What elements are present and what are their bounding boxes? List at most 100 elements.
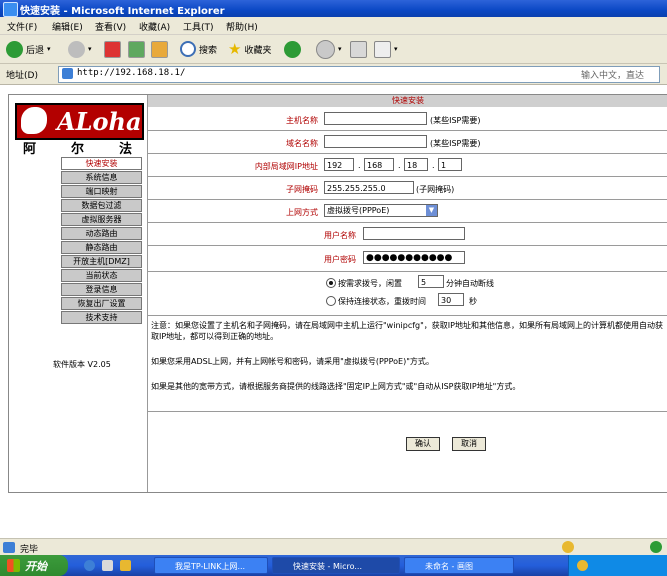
stop-icon [104,40,121,58]
address-bar: 地址(D) http://192.168.18.1/ 输入中文，直达 [0,64,667,85]
form-header: 快速安装 [148,95,667,107]
forward-arrow-icon [68,40,85,58]
row-host: 主机名称 (某些ISP需要) [148,108,667,131]
refresh-button[interactable] [128,39,145,59]
row-user: 用户名称 [148,223,667,246]
menu-bar: 文件(F) 编辑(E) 查看(V) 收藏(A) 工具(T) 帮助(H) [0,17,667,35]
subnet-mask-input[interactable]: 255.255.255.0 [324,181,414,194]
internet-zone-icon [650,541,662,553]
address-hint: 输入中文，直达 [581,71,645,81]
nav-factory-reset[interactable]: 恢复出厂设置 [61,297,142,310]
address-input[interactable]: http://192.168.18.1/ 输入中文，直达 [58,66,660,83]
aloha-logo: ALoha [15,103,144,140]
ip-octet-3[interactable]: 18 [404,158,428,171]
status-text: 完毕 [20,545,39,555]
search-button[interactable]: 搜索 [180,39,217,59]
address-url: http://192.168.18.1/ [77,68,186,78]
edit-button[interactable]: ▾ [374,39,398,59]
menu-edit[interactable]: 编辑(E) [52,20,83,33]
password-input[interactable]: ●●●●●●●●●●● [363,251,465,264]
nav-static-routing[interactable]: 静态路由 [61,241,142,254]
row-pass: 用户密码 ●●●●●●●●●●● [148,246,667,272]
window-title: 快速安装 - Microsoft Internet Explorer [20,6,225,17]
quicklaunch-ie-icon[interactable] [84,560,95,571]
page-done-icon [3,542,15,553]
edit-page-icon [374,40,391,58]
forward-button[interactable]: ▾ [68,39,92,59]
software-version: 软件版本 V2.05 [53,360,111,369]
ie-icon [3,2,18,17]
system-tray [568,555,667,576]
menu-tools[interactable]: 工具(T) [183,20,214,33]
menu-favorites[interactable]: 收藏(A) [139,20,170,33]
home-icon [151,40,168,58]
host-name-input[interactable] [324,112,427,125]
row-lan-ip: 内部局域网IP地址 192 . 168 . 18 . 1 [148,154,667,177]
ip-octet-2[interactable]: 168 [364,158,394,171]
notes-section: 注意：如果您设置了主机名和子网掩码，请在局域网中主机上运行"winipcfg"，… [148,316,667,412]
home-button[interactable] [151,39,168,59]
ok-button[interactable]: 确认 [406,437,440,451]
windows-logo-icon [7,559,20,572]
toolbar: 后退 ▾ ▾ 搜索 ★ 收藏夹 ▾ ▾ [0,35,667,64]
ip-octet-1[interactable]: 192 [324,158,354,171]
favorites-button[interactable]: ★ 收藏夹 [228,39,271,59]
history-icon [284,40,301,58]
cancel-button[interactable]: 取消 [452,437,486,451]
username-input[interactable] [363,227,465,240]
idle-minutes-input[interactable]: 5 [418,275,444,288]
refresh-icon [128,40,145,58]
router-frame: ALoha 阿 尔 法 快速安装 系统信息 端口映射 数据包过滤 虚拟服务器 动… [8,94,667,493]
redial-seconds-input[interactable]: 30 [438,293,464,306]
sidebar: ALoha 阿 尔 法 快速安装 系统信息 端口映射 数据包过滤 虚拟服务器 动… [9,95,148,492]
address-label: 地址(D) [6,71,38,81]
menu-file[interactable]: 文件(F) [7,20,37,33]
on-demand-radio[interactable] [326,278,336,288]
nav-system-info[interactable]: 系统信息 [61,171,142,184]
search-icon [180,41,196,57]
task-paint[interactable]: 未命名 - 画图 [404,557,514,574]
nav-quick-setup[interactable]: 快速安装 [61,157,142,170]
quicklaunch-desktop-icon[interactable] [102,560,113,571]
history-button[interactable] [284,39,301,59]
quicklaunch-media-icon[interactable] [120,560,131,571]
task-tplink[interactable]: 我是TP-LINK上网... [154,557,268,574]
note-3: 如果是其他的宽带方式，请根据服务商提供的线路选择"固定IP上网方式"或"自动从I… [151,382,521,391]
row-mask: 子网掩码 255.255.255.0 (子网掩码) [148,177,667,200]
keep-alive-radio[interactable] [326,296,336,306]
window-title-bar[interactable]: 快速安装 - Microsoft Internet Explorer [0,0,667,17]
row-dial-options: 按需求拨号，闲置 5 分钟自动断线 保持连接状态，重拨时间 30 秒 [148,272,667,316]
mail-icon [316,39,335,59]
back-button[interactable]: 后退 ▾ [6,39,51,59]
nav-tech-support[interactable]: 技术支持 [61,311,142,324]
nav-port-mapping[interactable]: 端口映射 [61,185,142,198]
menu-view[interactable]: 查看(V) [95,20,126,33]
start-button[interactable]: 开始 [0,555,68,576]
menu-help[interactable]: 帮助(H) [226,20,258,33]
ip-octet-4[interactable]: 1 [438,158,462,171]
nav-virtual-server[interactable]: 虚拟服务器 [61,213,142,226]
nav-login-info[interactable]: 登录信息 [61,283,142,296]
connection-type-select[interactable]: 虚拟拨号(PPPoE) ▼ [324,204,438,217]
nav-dmz-host[interactable]: 开放主机[DMZ] [61,255,142,268]
row-domain: 域名名称 (某些ISP需要) [148,131,667,154]
star-icon: ★ [228,40,242,58]
tray-network-icon[interactable] [577,560,588,571]
back-arrow-icon [6,40,23,58]
domain-name-input[interactable] [324,135,427,148]
chevron-down-icon: ▼ [426,205,437,216]
nav-dynamic-routing[interactable]: 动态路由 [61,227,142,240]
page-icon [62,68,73,79]
brand-cn: 阿 尔 法 [23,142,132,157]
mail-button[interactable]: ▾ [316,39,342,59]
task-quick-setup[interactable]: 快速安装 - Micro... [272,557,400,574]
nav-packet-filter[interactable]: 数据包过滤 [61,199,142,212]
print-button[interactable] [350,39,367,59]
print-icon [350,40,367,58]
quick-setup-form: 快速安装 主机名称 (某些ISP需要) 域名名称 (某些ISP需要) 内部局域网… [148,95,667,492]
note-2: 如果您采用ADSL上网，并有上网帐号和密码，请采用"虚拟拨号(PPPoE)"方式… [151,357,434,366]
logo-mark-icon [21,107,47,134]
page-content: ALoha 阿 尔 法 快速安装 系统信息 端口映射 数据包过滤 虚拟服务器 动… [0,85,667,537]
stop-button[interactable] [104,39,121,59]
nav-current-status[interactable]: 当前状态 [61,269,142,282]
